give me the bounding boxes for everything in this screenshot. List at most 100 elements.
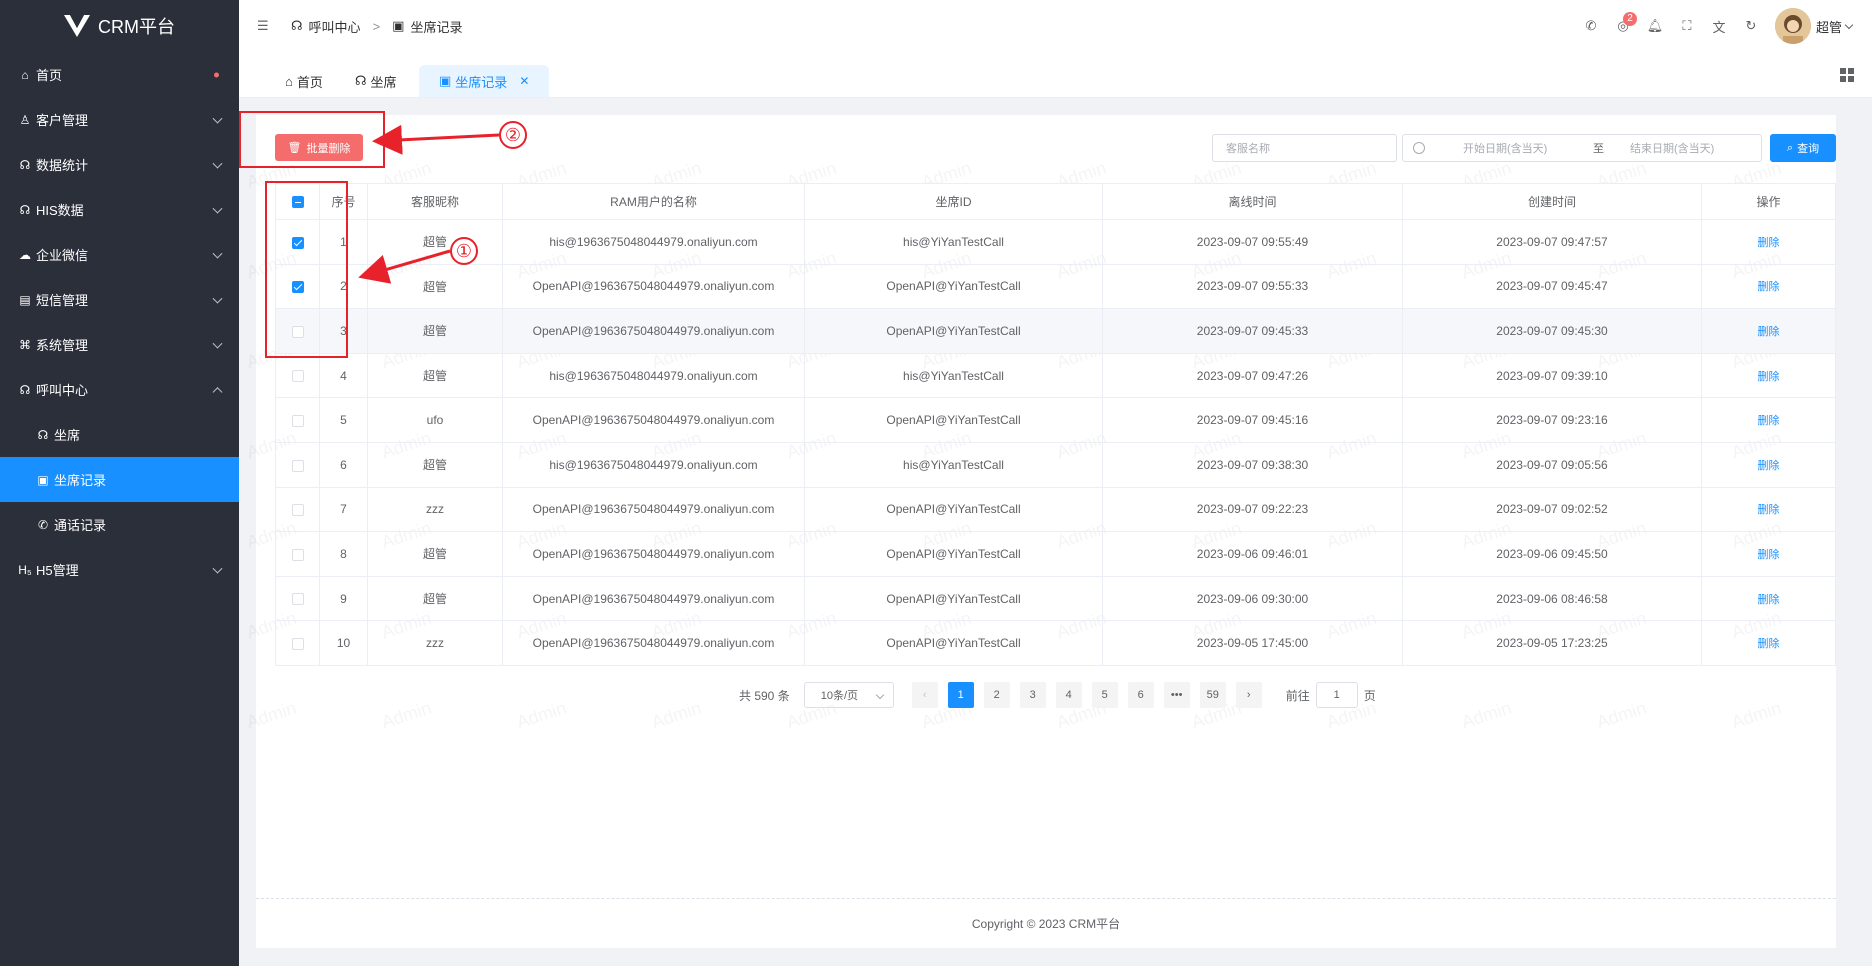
headset-icon: ☊	[19, 382, 31, 397]
page-button[interactable]: 2	[983, 682, 1010, 708]
delete-link[interactable]: 删除	[1758, 638, 1780, 650]
table-row[interactable]: 2 超管 OpenAPI@1963675048044979.onaliyun.com…	[275, 263, 1836, 310]
row-checkbox[interactable]	[291, 637, 304, 650]
table-row[interactable]: 3 超管 OpenAPI@1963675048044979.onaliyun.com…	[275, 308, 1836, 354]
row-created-time: 2023-09-07 09:45:30	[1402, 308, 1702, 354]
row-checkbox[interactable]	[291, 593, 304, 606]
close-tab-icon[interactable]: ✕	[519, 74, 529, 88]
chevron-down-icon	[212, 563, 223, 574]
page-button[interactable]: 6	[1127, 682, 1154, 708]
chevron-down-icon	[212, 203, 223, 214]
delete-link[interactable]: 删除	[1758, 237, 1780, 249]
fullscreen-icon[interactable]: ⛶	[1671, 10, 1703, 42]
delete-link[interactable]: 删除	[1758, 326, 1780, 338]
tab-home[interactable]: ⌂ 首页	[285, 65, 323, 97]
delete-link[interactable]: 删除	[1758, 371, 1780, 383]
sidebar-item-8[interactable]: ☊ 坐席	[0, 412, 239, 457]
table-row[interactable]: 5 ufo OpenAPI@1963675048044979.onaliyun.co…	[275, 397, 1836, 443]
username[interactable]: 超管	[1816, 17, 1842, 36]
delete-link[interactable]: 删除	[1758, 281, 1780, 293]
annotation-marker-two: ②	[499, 121, 527, 149]
col-seat-id: 坐席ID	[804, 183, 1103, 220]
tab-seat[interactable]: ☊ 坐席	[355, 65, 397, 97]
sidebar-item-1[interactable]: ♙ 客户管理	[0, 97, 239, 142]
page-button[interactable]: 4	[1055, 682, 1082, 708]
notification-center-icon[interactable]: ◎ 2	[1607, 10, 1639, 42]
row-nickname: 超管	[367, 352, 503, 399]
sidebar-item-9[interactable]: ▣ 坐席记录	[0, 457, 239, 502]
page-button[interactable]: 5	[1091, 682, 1118, 708]
bell-icon[interactable]: 🔔︎	[1639, 10, 1671, 42]
avatar[interactable]	[1774, 8, 1811, 44]
sidebar-item-2[interactable]: ☊ 数据统计	[0, 142, 239, 187]
sidebar-item-7[interactable]: ☊ 呼叫中心	[0, 367, 239, 412]
delete-link[interactable]: 删除	[1758, 504, 1780, 516]
delete-link[interactable]: 删除	[1758, 415, 1780, 427]
delete-link[interactable]: 删除	[1758, 460, 1780, 472]
sidebar: CRM平台 ⌂ 首页 ♙ 客户管理 ☊ 数据统计 ☊ HIS数据 ☁ 企业微信 ▤ 短信管理 ⌘ 系统管理…	[0, 0, 239, 966]
row-checkbox[interactable]	[291, 370, 304, 383]
row-select-cell	[275, 397, 320, 443]
row-checkbox[interactable]	[291, 459, 304, 472]
row-index: 9	[319, 575, 368, 622]
row-checkbox[interactable]	[291, 548, 304, 561]
table-row[interactable]: 4 超管 his@1963675048044979.onaliyun.com his@…	[275, 352, 1836, 399]
refresh-icon[interactable]: ↻	[1735, 10, 1767, 42]
row-ram-user: OpenAPI@1963675048044979.onaliyun.com	[502, 263, 805, 310]
sidebar-item-11[interactable]: H₅ H5管理	[0, 547, 239, 592]
row-checkbox[interactable]	[291, 415, 304, 427]
more-pages-button[interactable]: •••	[1163, 682, 1190, 708]
col-created-time: 创建时间	[1402, 183, 1702, 220]
avatar-image	[1774, 8, 1811, 44]
end-date-input[interactable]: 结束日期(含当天)	[1630, 140, 1714, 156]
table-row[interactable]: 10 zzz OpenAPI@1963675048044979.onaliyun.c…	[275, 620, 1836, 666]
table-row[interactable]: 6 超管 his@1963675048044979.onaliyun.com his@…	[275, 441, 1836, 488]
row-offline-time: 2023-09-07 09:45:33	[1102, 308, 1403, 354]
sidebar-item-5[interactable]: ▤ 短信管理	[0, 277, 239, 322]
date-range-picker[interactable]: 开始日期(含当天) 至 结束日期(含当天)	[1402, 134, 1762, 162]
start-date-input[interactable]: 开始日期(含当天)	[1463, 140, 1573, 156]
translate-icon[interactable]: 文	[1703, 10, 1735, 42]
chevron-down-icon[interactable]	[1844, 20, 1854, 29]
headset-icon: ☊	[19, 157, 31, 172]
breadcrumb-item-call-center[interactable]: 呼叫中心	[309, 17, 361, 36]
tabs-bar: ⌂ 首页 ☊ 坐席 ▣ 坐席记录 ✕	[239, 52, 1872, 98]
range-separator: 至	[1593, 143, 1604, 155]
page-button[interactable]: 1	[947, 682, 974, 708]
annotation-box-batch-delete	[239, 111, 385, 168]
page-button[interactable]: 59	[1199, 682, 1226, 708]
table-row[interactable]: 9 超管 OpenAPI@1963675048044979.onaliyun.com…	[275, 575, 1836, 622]
collapse-menu-icon[interactable]: ☰	[257, 18, 271, 34]
tab-seat-records[interactable]: ▣ 坐席记录 ✕	[419, 65, 550, 97]
phone-icon[interactable]: ✆	[1575, 10, 1607, 42]
row-index: 5	[319, 397, 368, 443]
sidebar-item-6[interactable]: ⌘ 系统管理	[0, 322, 239, 367]
sidebar-item-3[interactable]: ☊ HIS数据	[0, 187, 239, 232]
table-row[interactable]: 1 超管 his@1963675048044979.onaliyun.com his@…	[275, 219, 1836, 265]
chevron-down-icon	[212, 158, 223, 169]
delete-link[interactable]: 删除	[1758, 594, 1780, 606]
page-suffix: 页	[1363, 688, 1376, 703]
table-row[interactable]: 8 超管 OpenAPI@1963675048044979.onaliyun.com…	[275, 531, 1836, 577]
sidebar-item-10[interactable]: ✆ 通话记录	[0, 502, 239, 547]
next-page-button[interactable]: ›	[1235, 682, 1262, 708]
agent-name-search-input[interactable]: 客服名称	[1212, 134, 1397, 162]
row-ram-user: his@1963675048044979.onaliyun.com	[502, 219, 805, 265]
delete-link[interactable]: 删除	[1758, 549, 1780, 561]
app-logo[interactable]: CRM平台	[0, 0, 239, 52]
grid-icon[interactable]	[1840, 68, 1854, 82]
goto-page-input[interactable]: 1	[1315, 682, 1358, 708]
wechat-icon: ☁	[19, 247, 31, 262]
prev-page-button[interactable]: ‹	[911, 682, 938, 708]
sidebar-item-0[interactable]: ⌂ 首页	[0, 52, 239, 97]
annotation-marker-one: ①	[450, 237, 478, 265]
row-checkbox[interactable]	[291, 504, 304, 517]
row-created-time: 2023-09-06 08:46:58	[1402, 575, 1702, 622]
query-button[interactable]: ⌕ 查询	[1770, 134, 1836, 162]
page-size-select[interactable]: 10条/页	[803, 682, 894, 708]
sidebar-item-4[interactable]: ☁ 企业微信	[0, 232, 239, 277]
page-button[interactable]: 3	[1019, 682, 1046, 708]
table-row[interactable]: 7 zzz OpenAPI@1963675048044979.onaliyun.co…	[275, 486, 1836, 533]
row-nickname: 超管	[367, 219, 503, 265]
row-created-time: 2023-09-07 09:05:56	[1402, 441, 1702, 488]
